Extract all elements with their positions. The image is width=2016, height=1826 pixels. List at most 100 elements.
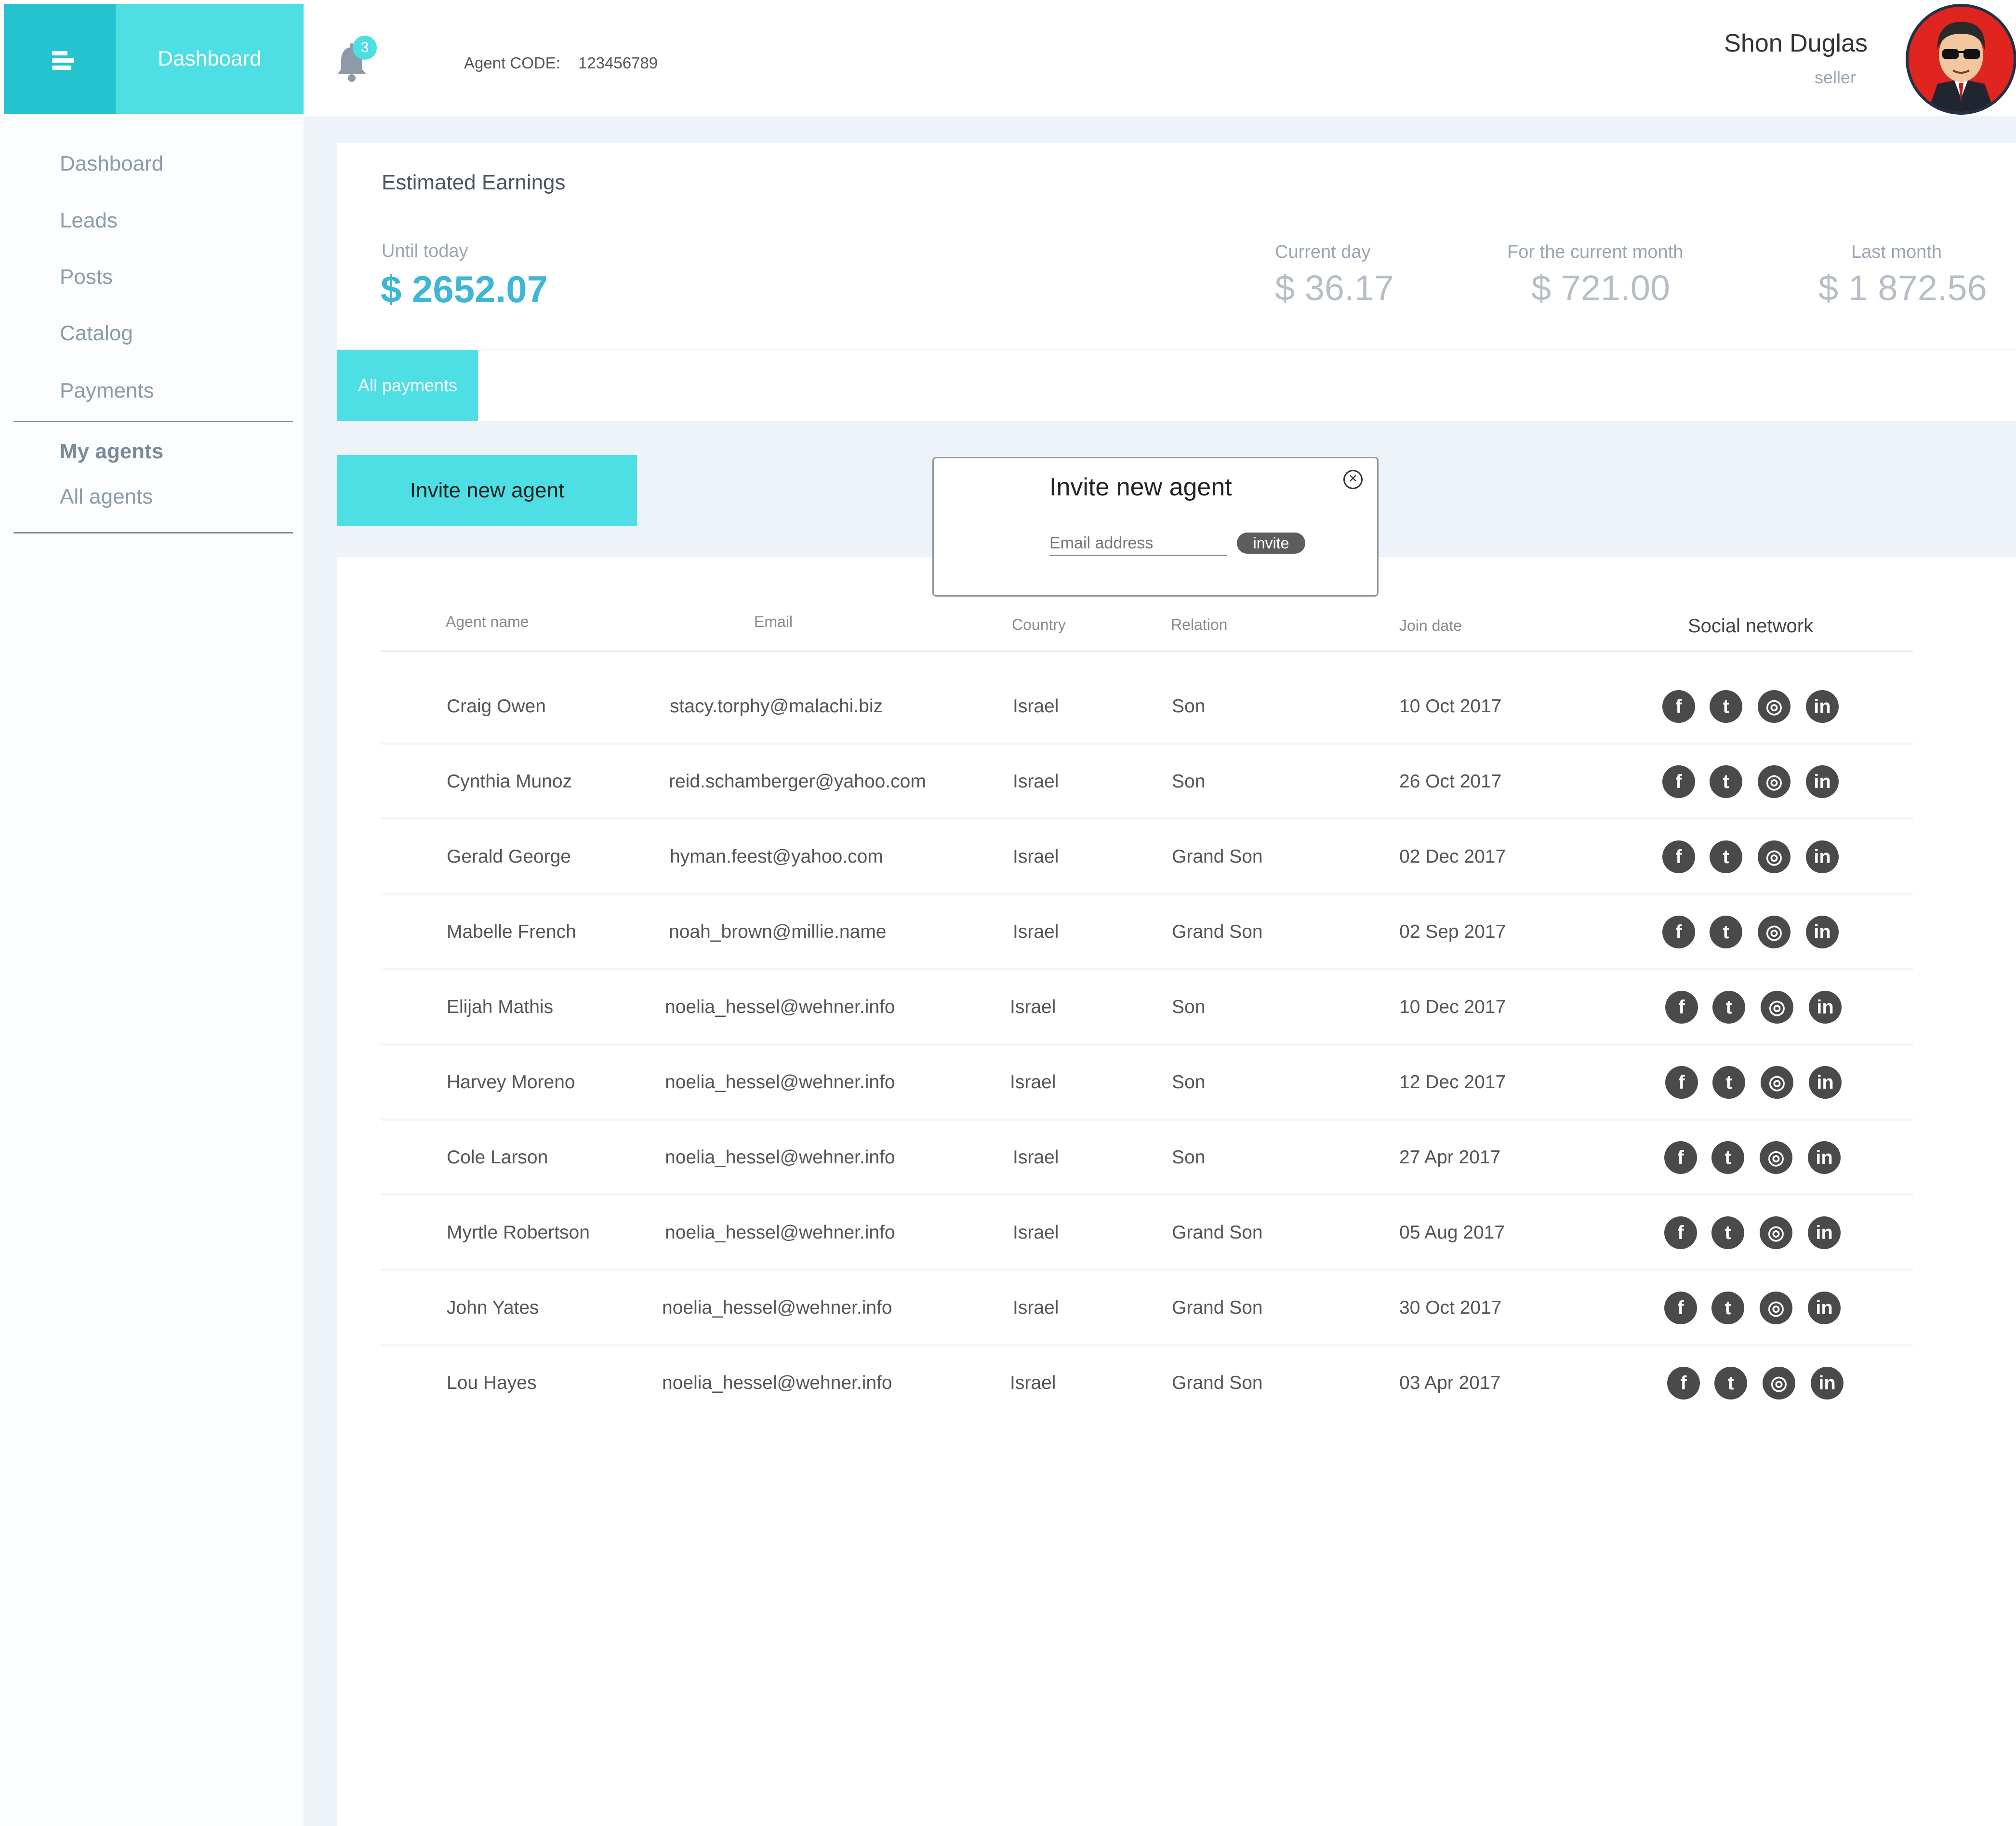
instagram-icon[interactable]: ◎ <box>1760 1292 1792 1324</box>
linkedin-icon[interactable]: in <box>1808 1216 1841 1249</box>
twitter-icon[interactable]: t <box>1710 916 1742 948</box>
join-date-cell: 05 Aug 2017 <box>1399 1222 1505 1243</box>
join-date-cell: 10 Oct 2017 <box>1399 696 1502 717</box>
twitter-icon[interactable]: t <box>1711 1216 1744 1249</box>
instagram-icon[interactable]: ◎ <box>1761 1066 1793 1099</box>
sidebar-item-leads[interactable]: Leads <box>60 209 118 233</box>
column-header-join-date[interactable]: Join date <box>1399 617 1462 635</box>
table-row[interactable]: Cole Larson noelia_hessel@wehner.info Is… <box>381 1123 1913 1196</box>
sidebar-item-posts[interactable]: Posts <box>60 265 113 289</box>
menu-button[interactable] <box>4 4 116 114</box>
country-cell: Israel <box>1013 771 1059 792</box>
sidebar-item-dashboard[interactable]: Dashboard <box>60 152 163 176</box>
table-row[interactable]: John Yates noelia_hessel@wehner.info Isr… <box>381 1273 1913 1346</box>
social-links: f t ◎ in <box>1662 765 1855 802</box>
facebook-icon[interactable]: f <box>1664 1216 1697 1249</box>
instagram-icon[interactable]: ◎ <box>1758 840 1791 873</box>
facebook-icon[interactable]: f <box>1662 690 1695 723</box>
close-icon[interactable]: ✕ <box>1343 470 1363 489</box>
country-cell: Israel <box>1013 1147 1059 1168</box>
email-cell: noelia_hessel@wehner.info <box>662 1297 892 1318</box>
email-field[interactable] <box>1049 532 1227 556</box>
tabs-bar <box>337 350 2016 421</box>
sidebar-item-catalog[interactable]: Catalog <box>60 321 133 346</box>
until-today-label: Until today <box>382 241 468 261</box>
agent-name-cell: Cole Larson <box>447 1147 548 1168</box>
linkedin-icon[interactable]: in <box>1806 765 1839 798</box>
invite-agent-modal: Invite new agent ✕ invite <box>932 457 1379 597</box>
column-header-relation[interactable]: Relation <box>1171 616 1227 634</box>
earnings-title: Estimated Earnings <box>382 171 566 194</box>
facebook-icon[interactable]: f <box>1667 1367 1700 1399</box>
facebook-icon[interactable]: f <box>1662 765 1695 798</box>
table-row[interactable]: Harvey Moreno noelia_hessel@wehner.info … <box>381 1048 1913 1121</box>
linkedin-icon[interactable]: in <box>1809 991 1842 1024</box>
invite-new-agent-button[interactable]: Invite new agent <box>337 455 637 526</box>
instagram-icon[interactable]: ◎ <box>1758 765 1791 798</box>
facebook-icon[interactable]: f <box>1665 991 1698 1024</box>
facebook-icon[interactable]: f <box>1664 1292 1697 1324</box>
relation-cell: Grand Son <box>1172 1297 1263 1318</box>
column-header-agent-name[interactable]: Agent name <box>446 613 529 631</box>
table-header-divider <box>381 651 1913 652</box>
last-month-label: Last month <box>1851 242 1942 262</box>
linkedin-icon[interactable]: in <box>1806 916 1839 948</box>
linkedin-icon[interactable]: in <box>1808 1292 1841 1324</box>
agent-name-cell: Mabelle French <box>447 921 576 942</box>
sidebar-item-all-agents[interactable]: All agents <box>60 485 153 509</box>
user-name[interactable]: Shon Duglas <box>1724 29 1868 58</box>
instagram-icon[interactable]: ◎ <box>1758 916 1791 948</box>
instagram-icon[interactable]: ◎ <box>1758 690 1791 723</box>
current-month-label: For the current month <box>1507 242 1684 262</box>
facebook-icon[interactable]: f <box>1662 840 1695 873</box>
table-row[interactable]: Craig Owen stacy.torphy@malachi.biz Isra… <box>381 672 1913 745</box>
twitter-icon[interactable]: t <box>1710 765 1742 798</box>
sidebar-section-my-agents[interactable]: My agents <box>60 440 163 464</box>
table-row[interactable]: Cynthia Munoz reid.schamberger@yahoo.com… <box>381 747 1913 820</box>
country-cell: Israel <box>1013 1297 1059 1318</box>
instagram-icon[interactable]: ◎ <box>1763 1367 1795 1399</box>
linkedin-icon[interactable]: in <box>1809 1066 1842 1099</box>
linkedin-icon[interactable]: in <box>1806 690 1839 723</box>
email-cell: stacy.torphy@malachi.biz <box>670 696 883 717</box>
dashboard-title[interactable]: Dashboard <box>116 4 304 114</box>
agent-name-cell: Harvey Moreno <box>447 1072 575 1093</box>
email-cell: reid.schamberger@yahoo.com <box>669 771 926 792</box>
twitter-icon[interactable]: t <box>1710 840 1742 873</box>
facebook-icon[interactable]: f <box>1664 1141 1697 1174</box>
avatar[interactable] <box>1906 4 2016 115</box>
sidebar-item-payments[interactable]: Payments <box>60 379 154 403</box>
tab-all-payments[interactable]: All payments <box>337 350 478 421</box>
notification-count-badge: 3 <box>353 36 377 60</box>
instagram-icon[interactable]: ◎ <box>1760 1216 1792 1249</box>
table-row[interactable]: Myrtle Robertson noelia_hessel@wehner.in… <box>381 1198 1913 1271</box>
column-header-email[interactable]: Email <box>754 613 793 631</box>
country-cell: Israel <box>1010 997 1056 1017</box>
modal-title: Invite new agent <box>1049 473 1232 501</box>
linkedin-icon[interactable]: in <box>1806 840 1839 873</box>
invite-button[interactable]: invite <box>1237 533 1305 554</box>
table-row[interactable]: Elijah Mathis noelia_hessel@wehner.info … <box>381 973 1913 1046</box>
sidebar-divider <box>13 421 293 422</box>
twitter-icon[interactable]: t <box>1712 1066 1745 1099</box>
twitter-icon[interactable]: t <box>1710 690 1742 723</box>
table-row[interactable]: Lou Hayes noelia_hessel@wehner.info Isra… <box>381 1348 1913 1422</box>
email-cell: noelia_hessel@wehner.info <box>665 997 895 1017</box>
until-today-value: $ 2652.07 <box>381 268 548 310</box>
table-row[interactable]: Mabelle French noah_brown@millie.name Is… <box>381 897 1913 971</box>
facebook-icon[interactable]: f <box>1662 916 1695 948</box>
twitter-icon[interactable]: t <box>1714 1367 1747 1399</box>
sidebar-divider <box>13 532 293 533</box>
instagram-icon[interactable]: ◎ <box>1760 1141 1792 1174</box>
table-row[interactable]: Gerald George hyman.feest@yahoo.com Isra… <box>381 822 1913 895</box>
twitter-icon[interactable]: t <box>1711 1292 1744 1324</box>
instagram-icon[interactable]: ◎ <box>1761 991 1793 1024</box>
current-month-value: $ 721.00 <box>1531 268 1671 308</box>
twitter-icon[interactable]: t <box>1712 991 1745 1024</box>
facebook-icon[interactable]: f <box>1665 1066 1698 1099</box>
linkedin-icon[interactable]: in <box>1811 1367 1844 1399</box>
linkedin-icon[interactable]: in <box>1808 1141 1841 1174</box>
column-header-country[interactable]: Country <box>1012 616 1066 634</box>
agent-name-cell: Craig Owen <box>447 696 546 717</box>
twitter-icon[interactable]: t <box>1711 1141 1744 1174</box>
